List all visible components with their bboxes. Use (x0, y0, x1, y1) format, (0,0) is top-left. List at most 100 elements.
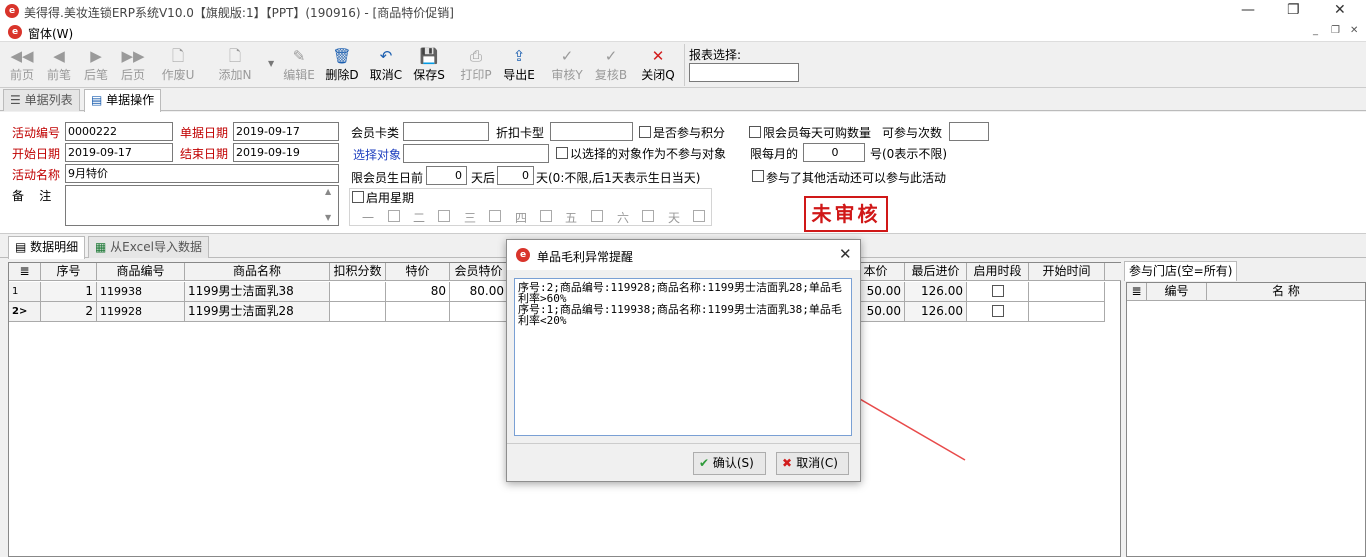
grid-corner[interactable]: ≣ (9, 263, 41, 281)
exclude-checkbox[interactable] (556, 147, 568, 159)
restore-icon[interactable]: ❐ (1287, 2, 1300, 18)
cell-start-time[interactable] (1029, 302, 1105, 322)
store-col-name[interactable]: 名 称 (1207, 283, 1365, 301)
col-header-time-enabled[interactable]: 启用时段 (967, 263, 1029, 281)
scroll-down-icon[interactable]: ▼ (325, 213, 331, 222)
toolbar-last-page[interactable]: ▶▶ 后页 (114, 46, 152, 86)
enable-week-checkbox[interactable] (352, 191, 364, 203)
cell-last-price[interactable]: 126.00 (905, 282, 967, 302)
cell-time-enabled[interactable] (967, 302, 1029, 322)
row-indicator[interactable]: 2> (9, 302, 41, 322)
toolbar-void[interactable]: 🗋 作废U (159, 46, 197, 86)
remark-textarea[interactable] (65, 185, 339, 226)
store-grid-corner[interactable]: ≣ (1127, 283, 1147, 301)
report-select-label: 报表选择: (689, 48, 742, 62)
weekday-fri-checkbox[interactable] (591, 210, 603, 222)
time-enabled-checkbox[interactable] (991, 285, 1004, 297)
toolbar-save[interactable]: 💾 保存S (410, 46, 448, 86)
weekday-wed-checkbox[interactable] (489, 210, 501, 222)
cell-last-price[interactable]: 126.00 (905, 302, 967, 322)
mdi-minimize-icon[interactable]: _ (1313, 25, 1318, 36)
col-header-last-price[interactable]: 最后进价 (905, 263, 967, 281)
toolbar-export[interactable]: ⇪ 导出E (500, 46, 538, 86)
row-indicator[interactable]: 1 (9, 282, 41, 302)
col-header-start-time[interactable]: 开始时间 (1029, 263, 1105, 281)
weekday-mon-checkbox[interactable] (388, 210, 400, 222)
start-date-input[interactable]: 2019-09-17 (65, 143, 173, 162)
toolbar-print[interactable]: ⎙ 打印P (457, 46, 495, 86)
toolbar-close[interactable]: ✕ 关闭Q (639, 46, 677, 86)
select-target-link[interactable]: 选择对象 (353, 146, 401, 163)
store-col-code[interactable]: 编号 (1147, 283, 1207, 301)
mdi-restore-icon[interactable]: ❐ (1331, 25, 1340, 36)
col-header-name[interactable]: 商品名称 (185, 263, 330, 281)
birthday-after-input[interactable]: 0 (497, 166, 534, 185)
close-red-icon: ✕ (651, 47, 665, 65)
cell-start-time[interactable] (1029, 282, 1105, 302)
time-enabled-checkbox[interactable] (991, 305, 1004, 317)
tab-document-list[interactable]: ☰ 单据列表 (3, 89, 80, 111)
toolbar-delete[interactable]: 🗑 删除D (323, 46, 361, 86)
cell-seq[interactable]: 1 (41, 282, 97, 302)
other-activity-checkbox[interactable] (752, 170, 764, 182)
cell-seq[interactable]: 2 (41, 302, 97, 322)
end-date-input[interactable]: 2019-09-19 (233, 143, 339, 162)
scroll-up-icon[interactable]: ▲ (325, 187, 331, 196)
birthday-before-input[interactable]: 0 (426, 166, 467, 185)
tab-participating-stores[interactable]: 参与门店(空=所有) (1124, 261, 1238, 281)
col-header-seq[interactable]: 序号 (41, 263, 97, 281)
col-header-special[interactable]: 特价 (386, 263, 450, 281)
cell-time-enabled[interactable] (967, 282, 1029, 302)
top-tabs: ☰ 单据列表 ▤ 单据操作 (0, 89, 1366, 112)
cell-special[interactable] (386, 302, 450, 322)
cell-name[interactable]: 1199男士洁面乳28 (185, 302, 330, 322)
select-target-input[interactable] (403, 144, 549, 163)
tab-document-operation[interactable]: ▤ 单据操作 (84, 89, 162, 112)
cell-member-special[interactable]: 80.00 (450, 282, 508, 302)
birthday-label: 限会员生日前 (351, 171, 424, 185)
toolbar-audit[interactable]: ✓ 审核Y (548, 46, 586, 86)
times-label: 可参与次数 (882, 126, 943, 140)
toolbar-add[interactable]: 🗋 添加N (216, 46, 254, 86)
discount-card-label: 折扣卡型 (496, 126, 545, 140)
report-select-input[interactable] (689, 63, 799, 82)
col-header-code[interactable]: 商品编号 (97, 263, 185, 281)
cell-code[interactable]: 119928 (97, 302, 185, 322)
toolbar-recheck[interactable]: ✓ 复核B (592, 46, 630, 86)
menu-window[interactable]: 窗体(W) (28, 25, 73, 42)
col-header-member-special[interactable]: 会员特价 (450, 263, 508, 281)
points-label: 是否参与积分 (653, 126, 726, 140)
dialog-ok-button[interactable]: ✔ 确认(S) (693, 452, 766, 475)
times-input[interactable] (949, 122, 989, 141)
tab-excel-import[interactable]: ▦ 从Excel导入数据 (88, 236, 209, 258)
doc-date-input[interactable]: 2019-09-17 (233, 122, 339, 141)
minimize-icon[interactable]: — (1241, 2, 1255, 18)
weekday-tue-checkbox[interactable] (438, 210, 450, 222)
cell-name[interactable]: 1199男士洁面乳38 (185, 282, 330, 302)
cell-points[interactable] (330, 282, 386, 302)
points-checkbox[interactable] (639, 126, 651, 138)
weekday-thu-checkbox[interactable] (540, 210, 552, 222)
discount-card-input[interactable] (550, 122, 633, 141)
weekday-sat-checkbox[interactable] (642, 210, 654, 222)
mdi-close-icon[interactable]: ✕ (1350, 25, 1358, 36)
member-card-input[interactable] (403, 122, 489, 141)
close-window-icon[interactable]: ✕ (1334, 2, 1346, 18)
col-header-points[interactable]: 扣积分数 (330, 263, 386, 281)
dialog-cancel-button[interactable]: ✖ 取消(C) (776, 452, 849, 475)
dialog-message[interactable]: 序号:2;商品编号:119928;商品名称:1199男士洁面乳28;单品毛利率>… (514, 278, 852, 436)
cell-points[interactable] (330, 302, 386, 322)
activity-name-input[interactable]: 9月特价 (65, 164, 339, 183)
weekday-sun-checkbox[interactable] (693, 210, 705, 222)
cell-special[interactable]: 80 (386, 282, 450, 302)
toolbar-cancel[interactable]: ↶ 取消C (367, 46, 405, 86)
daily-limit-checkbox[interactable] (749, 126, 761, 138)
dialog-close-icon[interactable]: ✕ (839, 245, 852, 263)
cell-member-special[interactable] (450, 302, 508, 322)
weekday-tue-label: 二 (413, 211, 426, 225)
cell-code[interactable]: 119938 (97, 282, 185, 302)
toolbar-edit[interactable]: ✎ 编辑E (280, 46, 318, 86)
monthly-input[interactable]: 0 (803, 143, 865, 162)
tab-data-detail[interactable]: ▤ 数据明细 (8, 236, 86, 259)
activity-no-input[interactable]: 0000222 (65, 122, 173, 141)
